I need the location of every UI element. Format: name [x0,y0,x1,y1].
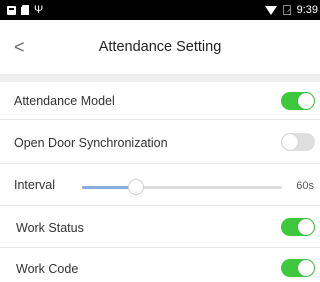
interval-slider[interactable] [82,179,282,195]
sim-icon [282,5,291,15]
toggle-knob [298,219,314,235]
toggle-knob [298,260,314,276]
status-left-icons: Ψ [7,3,43,17]
open-door-sync-toggle[interactable] [281,133,315,151]
attendance-model-toggle[interactable] [281,92,315,110]
setting-row-work-status: Work Status [0,206,320,248]
toggle-knob [282,134,298,150]
setting-row-open-door-sync: Open Door Synchronization [0,120,320,164]
interval-label: Interval [14,178,55,192]
work-status-toggle[interactable] [281,218,315,236]
work-code-toggle[interactable] [281,259,315,277]
work-code-label: Work Code [16,262,79,276]
wifi-icon [264,5,277,15]
sd-card-icon [21,5,29,15]
status-bar: Ψ 9:39 [0,0,320,20]
section-gap [0,74,320,82]
interval-slider-thumb[interactable] [128,179,144,195]
toggle-knob [298,93,314,109]
open-door-sync-label: Open Door Synchronization [14,136,168,150]
image-icon [7,5,16,15]
setting-row-work-code: Work Code [0,248,320,282]
page-title: Attendance Setting [98,39,222,55]
interval-value: 60s [296,180,314,192]
setting-row-attendance-model: Attendance Model [0,82,320,120]
title-bar: < Attendance Setting [0,20,320,74]
attendance-model-label: Attendance Model [14,94,115,108]
setting-row-interval: Interval 60s [0,164,320,206]
status-time: 9:39 [296,4,318,16]
usb-icon: Ψ [34,4,44,16]
status-right-icons: 9:39 [264,3,318,17]
work-status-label: Work Status [16,221,84,235]
